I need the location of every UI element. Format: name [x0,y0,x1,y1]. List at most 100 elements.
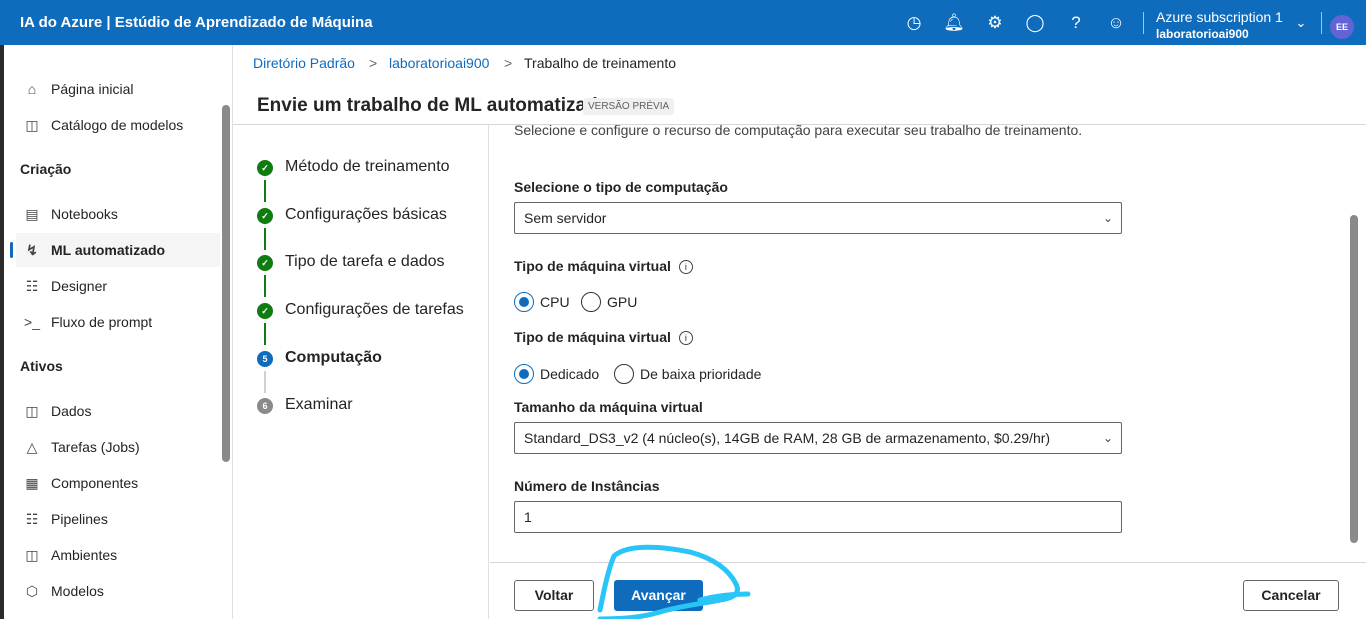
compute-type-dropdown[interactable]: Sem servidor ⌄ [514,202,1122,234]
vm-type-label: Tipo de máquina virtual i [514,258,693,274]
notebook-icon: ▤ [25,206,39,222]
pipeline-icon: ☷ [25,511,39,527]
dropdown-value: Sem servidor [524,210,607,226]
breadcrumb-current: Trabalho de treinamento [524,55,677,71]
radio-gpu[interactable]: GPU [581,292,637,312]
dropdown-value: Standard_DS3_v2 (4 núcleo(s), 14GB de RA… [524,430,1051,446]
environment-icon: ◫ [25,547,39,563]
intro-text: Selecione e configure o recurso de compu… [514,125,1083,138]
check-icon: ✓ [257,255,273,271]
breadcrumb-directory[interactable]: Diretório Padrão [253,55,355,71]
sidebar-item-label: Página inicial [51,81,134,97]
sidebar-item-jobs[interactable]: △ Tarefas (Jobs) [16,430,220,464]
sidebar-item-label: Pipelines [51,511,108,527]
step-number-5: 5 [257,351,273,367]
automl-icon: ↯ [26,242,38,258]
prompt-icon: >_ [24,314,40,330]
step-compute[interactable]: Computação [285,349,382,367]
sidebar-item-components[interactable]: ▦ Componentes [16,466,220,500]
wizard-steps: ✓ Método de treinamento ✓ Configurações … [233,125,489,619]
sidebar-item-automl[interactable]: ↯ ML automatizado [10,233,220,267]
home-icon: ⌂ [27,81,37,97]
divider [1321,12,1322,34]
check-icon: ✓ [257,160,273,176]
compute-type-label: Selecione o tipo de computação [514,179,728,195]
form-scrollbar[interactable] [1350,215,1358,543]
breadcrumb-separator: > [504,55,513,71]
page-title: Envie um trabalho de ML automatizado [257,95,610,116]
step-review[interactable]: Examinar [285,396,353,414]
breadcrumb-separator: > [369,55,378,71]
catalog-icon: ◫ [25,117,39,133]
step-connector [264,180,266,202]
section-heading: Criação [20,161,72,177]
megaphone-icon[interactable]: ◯ [1024,12,1046,34]
sidebar-item-models[interactable]: ⬡ Modelos [16,574,220,608]
footer-bar: Voltar Avançar Cancelar [490,562,1366,619]
next-button[interactable]: Avançar [614,580,703,611]
cube-icon: ⬡ [25,583,39,599]
sidebar-item-label: Componentes [51,475,139,491]
sidebar-item-label: Designer [51,278,108,294]
step-connector [264,228,266,250]
gear-icon[interactable]: ⚙ [984,12,1006,34]
clock-icon[interactable]: ◷ [903,12,925,34]
info-icon[interactable]: i [678,331,693,345]
sidebar-item-label: Catálogo de modelos [51,117,184,133]
sidebar: ⌂ Página inicial ◫ Catálogo de modelos Cri… [0,45,232,619]
sidebar-item-label: Fluxo de prompt [51,314,153,330]
sidebar-item-designer[interactable]: ☷ Designer [16,269,220,303]
step-connector [264,323,266,345]
sidebar-item-label: Ambientes [51,547,118,563]
back-button[interactable]: Voltar [514,580,594,611]
preview-badge: VERSÃO PRÉVIA [583,98,675,115]
step-task-settings[interactable]: Configurações de tarefas [285,301,464,319]
chevron-down-icon: ⌄ [1102,431,1113,445]
label-text: Tipo de máquina virtual [514,258,671,274]
info-icon[interactable]: i [678,260,693,274]
step-connector [264,275,266,297]
sidebar-item-label: Dados [51,403,92,419]
avatar[interactable]: EE [1330,15,1354,39]
sidebar-item-label: Tarefas (Jobs) [51,439,140,455]
sidebar-item-data[interactable]: ◫ Dados [16,394,220,428]
sidebar-item-pipelines[interactable]: ☷ Pipelines [16,502,220,536]
subscription-switcher[interactable]: Azure subscription 1 laboratorioai900 [1156,9,1283,43]
compute-form: Selecione e configure o recurso de compu… [490,125,1366,607]
app-title[interactable]: IA do Azure | Estúdio de Aprendizado de … [20,14,373,31]
step-number-6: 6 [257,398,273,414]
step-task-type-data[interactable]: Tipo de tarefa e dados [285,253,445,271]
top-bar: IA do Azure | Estúdio de Aprendizado de … [0,0,1366,45]
main-content: Diretório Padrão > laboratorioai900 > Tr… [232,45,1366,619]
step-basic-settings[interactable]: Configurações básicas [285,206,447,224]
sidebar-item-home[interactable]: ⌂ Página inicial [16,72,220,106]
radio-cpu[interactable]: CPU [514,292,570,312]
sidebar-scrollbar[interactable] [222,105,230,462]
help-icon[interactable]: ? [1065,12,1087,34]
check-icon: ✓ [257,208,273,224]
breadcrumb-workspace[interactable]: laboratorioai900 [389,55,489,71]
subscription-name: Azure subscription 1 [1156,9,1283,25]
section-heading: Ativos [20,358,63,374]
chevron-down-icon[interactable]: ⌄ [1290,12,1312,34]
data-icon: ◫ [25,403,39,419]
sidebar-item-prompt-flow[interactable]: >_ Fluxo de prompt [16,305,220,339]
bell-icon[interactable]: 🔔︎ [943,12,965,34]
sidebar-item-environments[interactable]: ◫ Ambientes [16,538,220,572]
radio-dedicated[interactable]: Dedicado [514,364,599,384]
sidebar-item-notebooks[interactable]: ▤ Notebooks [16,197,220,231]
workspace-name: laboratorioai900 [1156,27,1249,41]
vm-tier-label: Tipo de máquina virtual i [514,329,693,345]
vm-size-dropdown[interactable]: Standard_DS3_v2 (4 núcleo(s), 14GB de RA… [514,422,1122,454]
instances-input[interactable]: 1 [514,501,1122,533]
check-icon: ✓ [257,303,273,319]
radio-low-priority[interactable]: De baixa prioridade [614,364,761,384]
divider [1143,12,1144,34]
step-training-method[interactable]: Método de treinamento [285,158,450,176]
smiley-icon[interactable]: ☺ [1105,12,1127,34]
sidebar-item-label: Notebooks [51,206,118,222]
cancel-button[interactable]: Cancelar [1243,580,1339,611]
vm-size-label: Tamanho da máquina virtual [514,399,703,415]
chevron-down-icon: ⌄ [1102,211,1113,225]
sidebar-item-model-catalog[interactable]: ◫ Catálogo de modelos [16,108,220,142]
